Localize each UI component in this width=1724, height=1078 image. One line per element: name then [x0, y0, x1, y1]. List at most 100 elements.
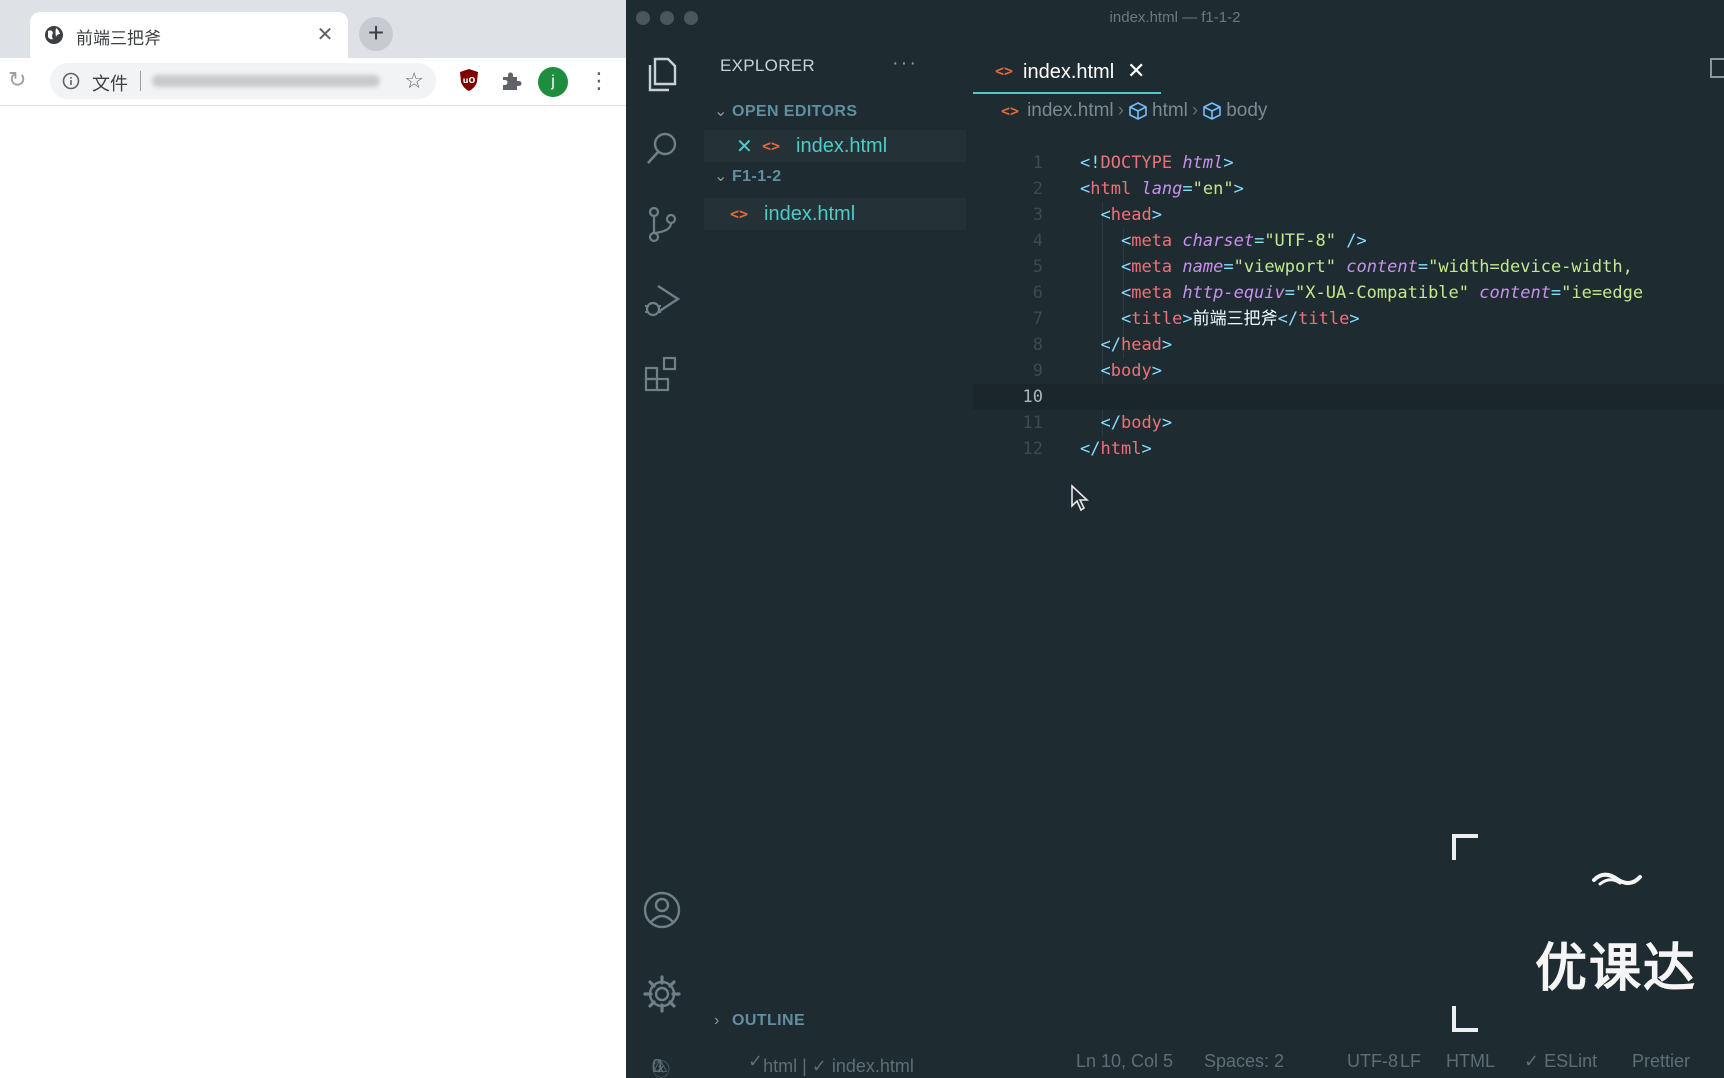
- explorer-sidebar: EXPLORER ··· ⌄ OPEN EDITORS ✕ <> index.ht…: [704, 36, 966, 1046]
- code-token: http-equiv: [1182, 283, 1285, 303]
- file-tree-filename: index.html: [764, 203, 856, 225]
- code-token: "en": [1192, 179, 1234, 199]
- outline-label: OUTLINE: [732, 1012, 806, 1029]
- close-tab-icon[interactable]: ✕: [1127, 58, 1145, 84]
- outline-section[interactable]: › OUTLINE: [714, 1012, 805, 1030]
- close-tab-icon[interactable]: ✕: [314, 24, 336, 46]
- encoding-status[interactable]: UTF-8: [1347, 1051, 1398, 1072]
- breadcrumb-html[interactable]: html: [1152, 100, 1188, 121]
- watermark-text: 优课达: [1535, 939, 1698, 999]
- breadcrumb-body[interactable]: body: [1226, 100, 1267, 121]
- mouse-cursor-icon: [1071, 484, 1090, 512]
- profile-avatar[interactable]: j: [538, 67, 568, 97]
- code-line: 8 </head>: [973, 332, 1724, 358]
- reload-icon[interactable]: ↻: [8, 68, 32, 92]
- browser-toolbar: ↻ 文件 ☆ uO j ⋮: [0, 58, 626, 106]
- browser-tab[interactable]: 前端三把斧 ✕: [30, 12, 348, 58]
- code-line: 11 </body>: [973, 410, 1724, 436]
- html-file-icon: <>: [730, 205, 749, 223]
- line-number: 12: [1022, 439, 1043, 459]
- code-token: name: [1182, 257, 1224, 277]
- open-editors-label: OPEN EDITORS: [732, 103, 858, 120]
- breadcrumb-separator: ›: [1191, 100, 1199, 121]
- settings-gear-icon[interactable]: [642, 974, 682, 1014]
- breadcrumb-file[interactable]: index.html: [1027, 100, 1114, 121]
- explorer-more-icon[interactable]: ···: [892, 52, 918, 75]
- chevron-down-icon: ⌄: [714, 168, 728, 185]
- html-validation-status[interactable]: ✓ html | ✓ index.html: [748, 1051, 914, 1076]
- code-token: charset: [1182, 231, 1255, 251]
- account-icon[interactable]: [642, 890, 682, 930]
- prettier-status[interactable]: Prettier: [1632, 1051, 1690, 1072]
- extensions-icon[interactable]: [642, 354, 682, 394]
- code-token: 前端三把斧: [1192, 309, 1278, 329]
- browser-tab-title: 前端三把斧: [76, 29, 161, 49]
- watermark-corner: [1452, 1006, 1478, 1032]
- code-line: 3 <head>: [973, 202, 1724, 228]
- browser-menu-icon[interactable]: ⋮: [588, 70, 610, 92]
- window-title: index.html — f1-1-2: [1109, 9, 1241, 26]
- run-debug-icon[interactable]: [642, 280, 682, 320]
- validation-label: html | ✓ index.html: [763, 1056, 914, 1076]
- explorer-title: EXPLORER: [720, 56, 815, 75]
- files-icon[interactable]: [642, 54, 682, 94]
- code-line: 9 <body>: [973, 358, 1724, 384]
- eslint-status[interactable]: ✓ ESLint: [1524, 1051, 1597, 1072]
- line-number: 11: [1022, 413, 1043, 433]
- line-number: 4: [1032, 231, 1043, 251]
- extensions-puzzle-icon[interactable]: [500, 70, 522, 92]
- new-tab-button[interactable]: +: [359, 17, 393, 51]
- code-line-current: 10: [973, 384, 1724, 410]
- symbol-element-icon: [1129, 102, 1147, 120]
- address-bar[interactable]: 文件 ☆: [50, 63, 436, 99]
- svg-text:uO: uO: [463, 76, 476, 85]
- cursor-position[interactable]: Ln 10, Col 5: [1076, 1051, 1173, 1072]
- code-token: "viewport": [1233, 257, 1336, 277]
- line-number: 10: [1022, 387, 1043, 407]
- html-file-icon: <>: [1001, 102, 1020, 120]
- split-editor-icon[interactable]: [1710, 58, 1724, 78]
- line-number: 5: [1032, 257, 1043, 277]
- bookmark-star-icon[interactable]: ☆: [404, 68, 424, 94]
- close-editor-icon[interactable]: ✕: [736, 134, 753, 159]
- language-mode[interactable]: HTML: [1446, 1051, 1495, 1072]
- activity-bar: [626, 36, 696, 1046]
- file-tree-item[interactable]: <> index.html: [704, 198, 966, 230]
- open-editors-section[interactable]: ⌄ OPEN EDITORS: [714, 101, 857, 121]
- editor-tab-label: index.html: [1023, 61, 1115, 83]
- title-bar: index.html — f1-1-2: [626, 0, 1724, 36]
- line-number: 9: [1032, 361, 1043, 381]
- code-token: "X-UA-Compatible": [1295, 283, 1470, 303]
- browser-window: 前端三把斧 ✕ + ↻ 文件 ☆ uO j ⋮: [0, 0, 626, 1078]
- code-line: 5 <meta name="viewport" content="width=d…: [973, 254, 1724, 280]
- code-token: "UTF-8": [1264, 231, 1336, 251]
- code-line: 2 <html lang="en">: [973, 176, 1724, 202]
- line-number: 8: [1032, 335, 1043, 355]
- chevron-right-icon: ›: [714, 1012, 720, 1029]
- info-icon[interactable]: [62, 72, 80, 90]
- editor-tab-index-html[interactable]: <> index.html ✕: [973, 46, 1161, 94]
- indentation-status[interactable]: Spaces: 2: [1204, 1051, 1284, 1072]
- line-number: 7: [1032, 309, 1043, 329]
- search-icon[interactable]: [642, 128, 682, 168]
- code-line: 4 <meta charset="UTF-8" />: [973, 228, 1724, 254]
- folder-section[interactable]: ⌄ F1-1-2: [714, 166, 782, 186]
- code-token: html: [1182, 153, 1224, 173]
- status-bar: ⓧ 0 ⚠ 0 ✓ html | ✓ index.html Ln 10, Col…: [626, 1046, 1724, 1078]
- open-editor-item[interactable]: ✕ <> index.html: [704, 130, 966, 162]
- breadcrumb: <> index.html › html › body: [1001, 100, 1267, 126]
- ublock-extension-icon[interactable]: uO: [458, 68, 480, 92]
- line-number: 3: [1032, 205, 1043, 225]
- warning-count: 0: [652, 1056, 663, 1076]
- line-number: 2: [1032, 179, 1043, 199]
- code-token: lang: [1141, 179, 1183, 199]
- code-token: "ie=edge: [1561, 283, 1644, 303]
- code-token: DOCTYPE: [1100, 153, 1173, 173]
- symbol-element-icon: [1203, 102, 1222, 120]
- chevron-down-icon: ⌄: [714, 103, 728, 120]
- eol-status[interactable]: LF: [1400, 1051, 1421, 1072]
- html-file-icon: <>: [995, 62, 1014, 80]
- code-line: 6 <meta http-equiv="X-UA-Compatible" con…: [973, 280, 1724, 306]
- code-token: content: [1346, 257, 1418, 277]
- source-control-icon[interactable]: [642, 204, 682, 244]
